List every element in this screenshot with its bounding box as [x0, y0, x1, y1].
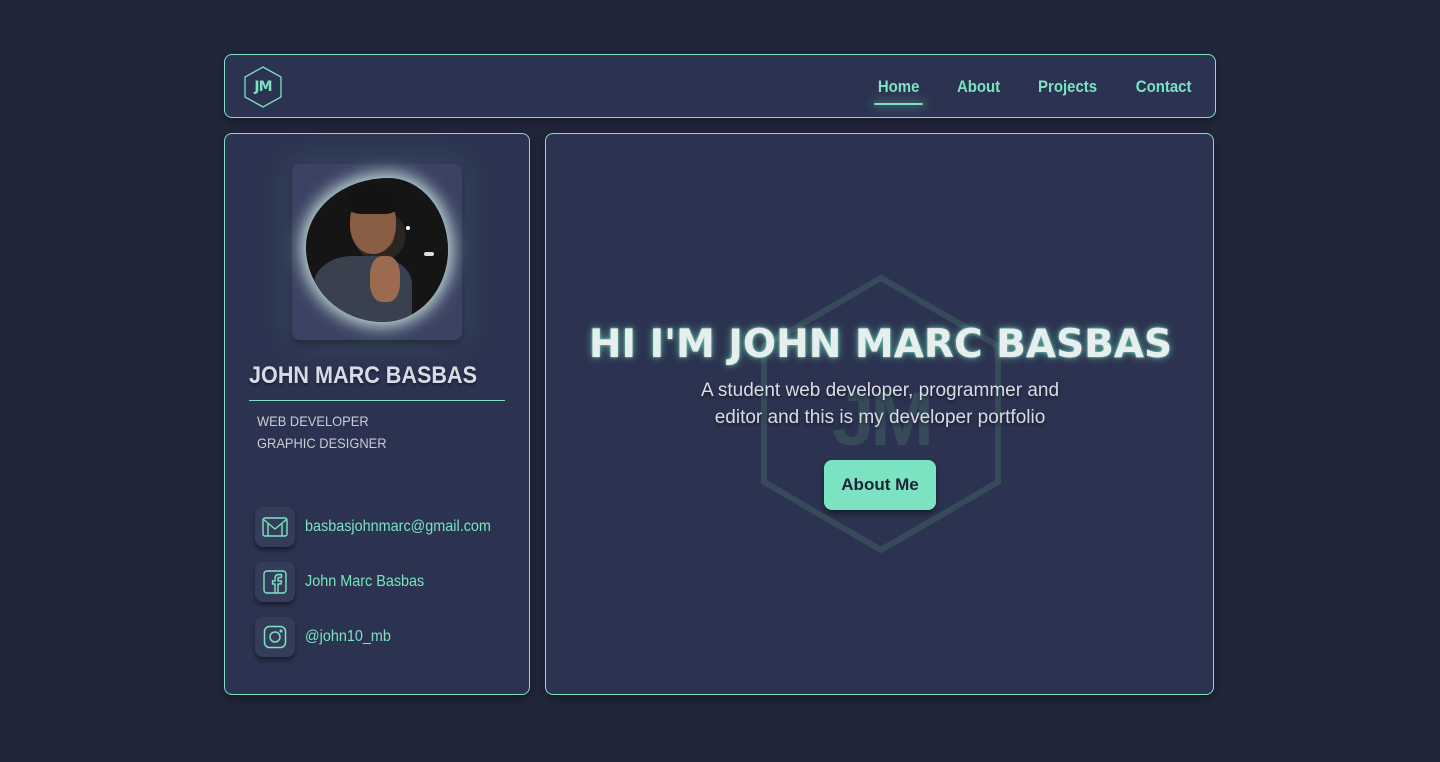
facebook-icon: [255, 562, 295, 602]
name-divider: [249, 400, 505, 401]
nav-link-projects[interactable]: Projects: [1038, 71, 1097, 103]
contact-facebook[interactable]: John Marc Basbas: [255, 562, 438, 602]
contact-email[interactable]: basbasjohnmarc@gmail.com: [255, 507, 512, 547]
hero-panel: JM HI I'M JOHN MARC BASBAS A student web…: [545, 133, 1214, 695]
role-graphic-designer: GRAPHIC DESIGNER: [257, 435, 387, 451]
logo[interactable]: JM: [243, 66, 283, 108]
nav-link-contact[interactable]: Contact: [1136, 71, 1192, 103]
hero-subtitle: A student web developer, programmer and …: [700, 380, 1060, 428]
profile-card: JOHN MARC BASBAS WEB DEVELOPER GRAPHIC D…: [224, 133, 530, 695]
gmail-icon: [255, 507, 295, 547]
logo-text: JM: [254, 79, 272, 95]
nav-links: Home About Projects Contact: [874, 55, 1195, 119]
profile-photo: [306, 178, 448, 322]
instagram-icon: [255, 617, 295, 657]
nav-link-about[interactable]: About: [956, 71, 999, 103]
about-me-button[interactable]: About Me: [824, 460, 936, 510]
contact-facebook-label: John Marc Basbas: [305, 573, 425, 590]
role-web-developer: WEB DEVELOPER: [257, 413, 369, 429]
navbar: JM Home About Projects Contact: [224, 54, 1216, 118]
contact-instagram[interactable]: @john10_mb: [255, 617, 400, 657]
contact-instagram-label: @john10_mb: [305, 628, 391, 645]
contact-email-label: basbasjohnmarc@gmail.com: [305, 518, 491, 535]
profile-name: JOHN MARC BASBAS: [249, 362, 478, 389]
profile-photo-frame: [292, 164, 462, 340]
nav-link-home[interactable]: Home: [874, 71, 924, 105]
hero-headline: HI I'M JOHN MARC BASBAS: [588, 322, 1173, 367]
